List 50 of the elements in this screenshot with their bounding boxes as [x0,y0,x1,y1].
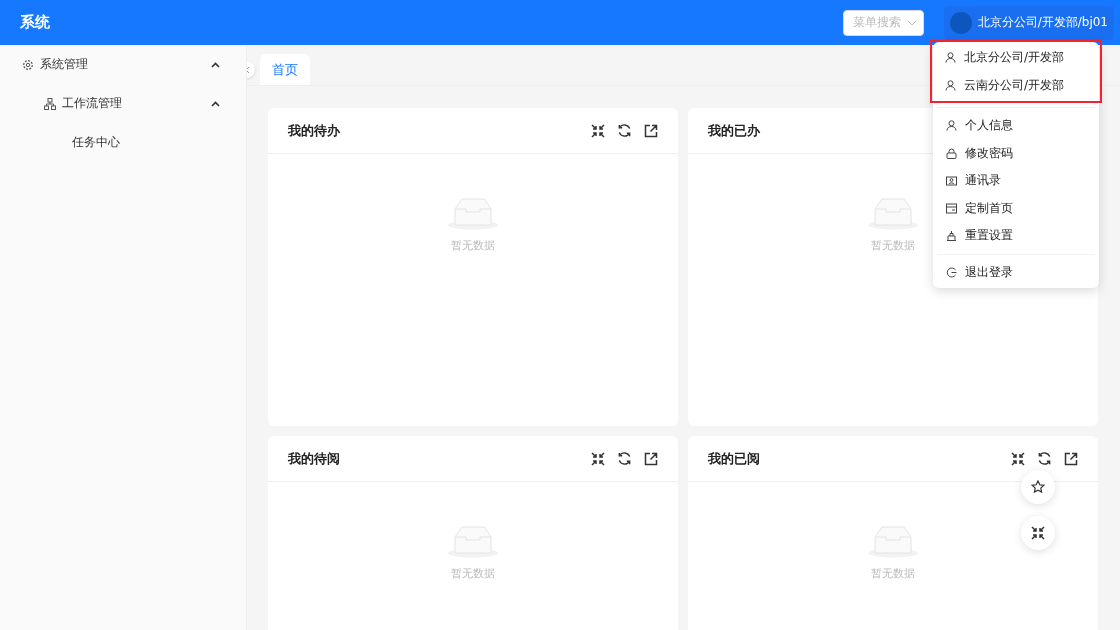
lock-icon [946,147,957,159]
card-title: 我的待办 [288,121,340,140]
hierarchy-icon [44,97,56,110]
refresh-icon[interactable] [617,123,632,138]
open-external-icon[interactable] [644,451,658,466]
star-icon [1031,480,1045,494]
menu-item[interactable]: 重置设置 [933,222,1099,250]
menu-item[interactable]: 修改密码 [933,139,1099,167]
empty-state-text: 暂无数据 [451,238,495,253]
fullscreen-exit-icon[interactable] [1011,451,1025,466]
menu-item[interactable]: 北京分公司/开发部 [932,44,1100,72]
open-external-icon[interactable] [1064,451,1078,466]
sidebar-item[interactable]: 工作流管理 [0,84,246,123]
empty-inbox-icon [867,524,919,558]
gear-icon [22,58,34,71]
fullscreen-exit-icon[interactable] [591,451,605,466]
refresh-icon[interactable] [1037,451,1052,466]
user-menu-button[interactable]: 北京分公司/开发部/bj01 [943,5,1114,40]
empty-state-text: 暂无数据 [451,566,495,581]
sidebar-item[interactable]: 任务中心 [0,123,246,162]
person-icon [945,79,956,91]
sidebar-item[interactable]: 系统管理 [0,45,246,84]
fullscreen-exit-icon[interactable] [591,123,605,138]
layout-icon [946,202,957,214]
refresh-icon[interactable] [617,451,632,466]
empty-inbox-icon [447,196,499,230]
empty-inbox-icon [447,524,499,558]
chevron-down-icon [906,19,917,26]
menu-item[interactable]: 云南分公司/开发部 [932,71,1100,99]
menu-item[interactable]: 定制首页 [933,194,1099,222]
caret-icon [211,100,220,107]
menu-item[interactable]: 个人信息 [933,112,1099,140]
card-title: 我的已阅 [708,449,760,468]
logout-icon [946,266,957,278]
empty-state-text: 暂无数据 [871,238,915,253]
empty-inbox-icon [867,196,919,230]
app-title: 系统 [20,13,50,32]
person-icon [946,120,957,132]
card-title: 我的待阅 [288,449,340,468]
contact-card-icon [946,175,957,187]
empty-state-text: 暂无数据 [871,566,915,581]
avatar-icon [949,11,972,34]
caret-icon [211,61,220,68]
menu-item[interactable]: 退出登录 [933,258,1099,286]
tab[interactable]: 首页 [260,54,310,85]
person-icon [945,52,956,64]
open-external-icon[interactable] [644,123,658,138]
menu-item[interactable]: 通讯录 [933,167,1099,195]
fullscreen-exit-icon [1031,526,1045,540]
card-title: 我的已办 [708,121,760,140]
